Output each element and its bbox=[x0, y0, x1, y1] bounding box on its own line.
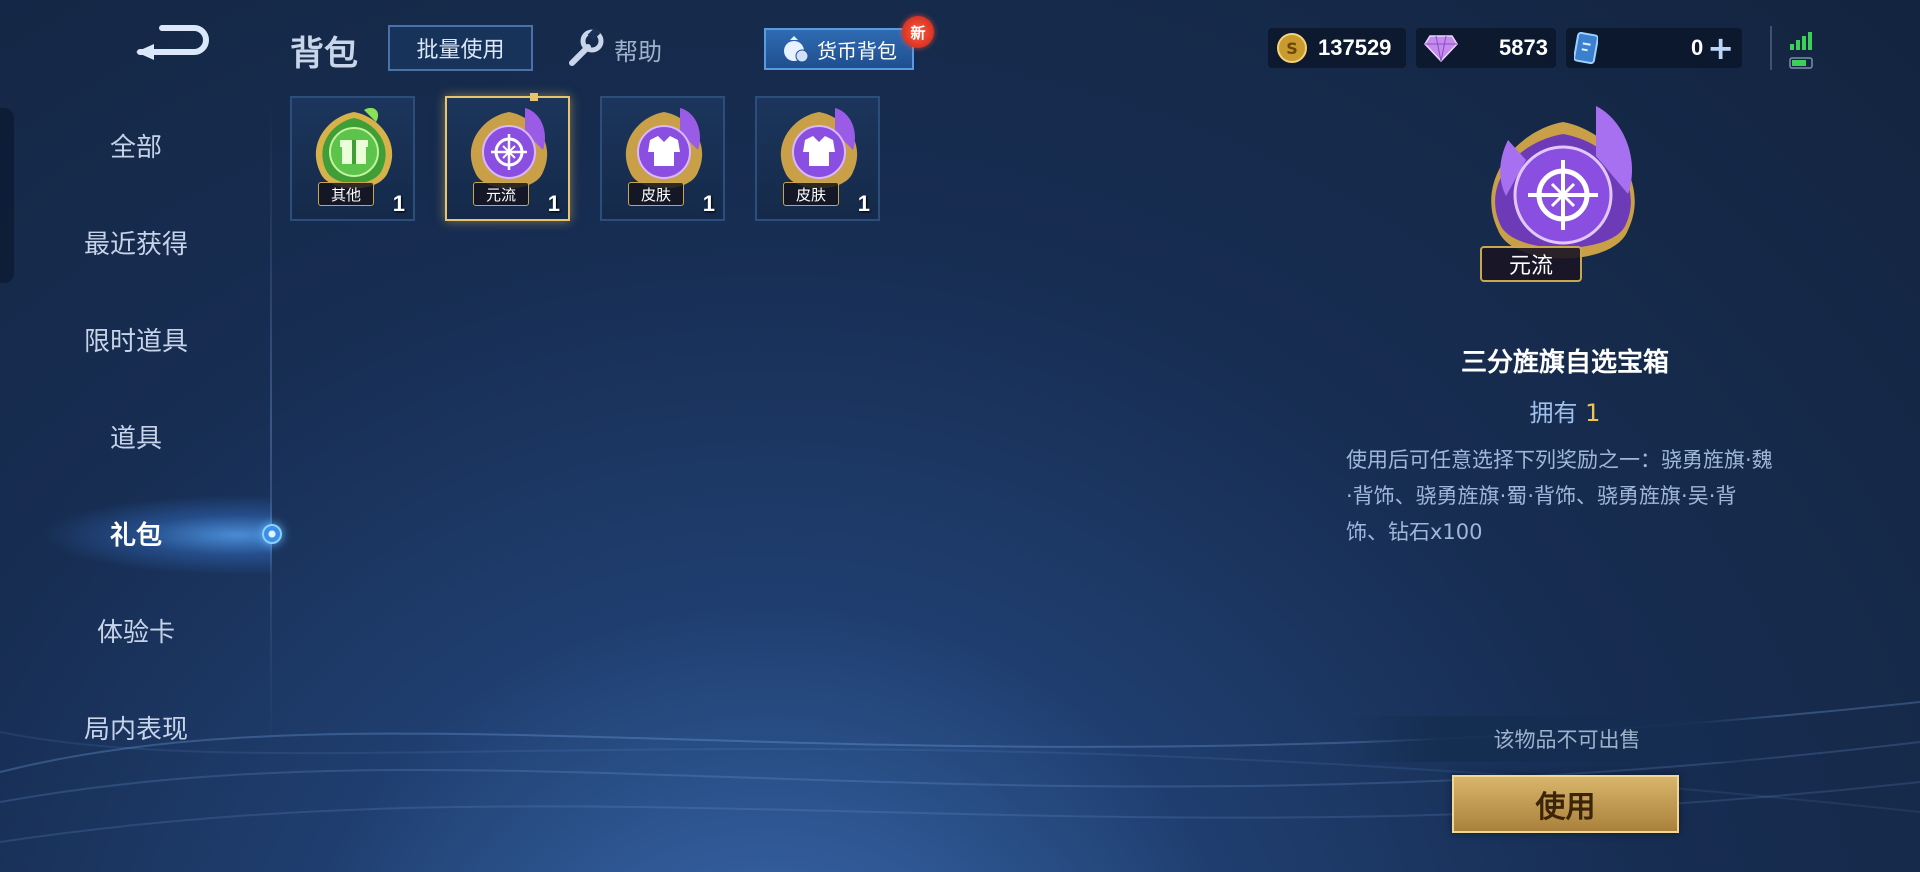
item-slot-yuanliu[interactable]: 元流 1 bbox=[445, 93, 570, 221]
gold-value: 137529 bbox=[1318, 35, 1392, 60]
diamond-icon bbox=[1424, 35, 1458, 62]
sidebar-item-trial-card[interactable]: 体验卡 bbox=[0, 600, 272, 660]
use-button[interactable]: 使用 bbox=[1452, 775, 1679, 833]
signal-battery-icon bbox=[1789, 32, 1813, 69]
item-tag: 元流 bbox=[473, 182, 529, 206]
item-slot-other[interactable]: 其他 1 bbox=[290, 96, 415, 221]
card-ticket-icon bbox=[1574, 32, 1598, 64]
sidebar-item-limited[interactable]: 限时道具 bbox=[0, 309, 272, 369]
owned-label: 拥有 bbox=[1529, 399, 1578, 427]
owned-count: 1 bbox=[1585, 399, 1601, 427]
money-bag-icon bbox=[784, 36, 809, 63]
detail-description: 使用后可任意选择下列奖励之一：骁勇旌旗·魏·背饰、骁勇旌旗·蜀·背饰、骁勇旌旗·… bbox=[1346, 448, 1773, 544]
not-sellable-notice: 该物品不可出售 bbox=[1352, 716, 1782, 762]
help-button[interactable]: 帮助 bbox=[562, 26, 662, 72]
new-badge: 新 bbox=[902, 16, 934, 48]
item-tag: 皮肤 bbox=[783, 182, 839, 206]
header-divider bbox=[1770, 26, 1772, 70]
selection-corner-icon bbox=[530, 93, 538, 101]
item-count: 1 bbox=[702, 191, 715, 216]
gem-counter: 5873 bbox=[1416, 28, 1556, 68]
item-slot-skin[interactable]: 皮肤 1 bbox=[600, 96, 725, 221]
item-slot-skin[interactable]: 皮肤 1 bbox=[755, 96, 880, 221]
detail-item-tag: 元流 bbox=[1480, 246, 1582, 282]
item-tag: 皮肤 bbox=[628, 182, 684, 206]
back-arrow-icon bbox=[136, 25, 209, 60]
add-card-button[interactable]: + bbox=[1707, 32, 1734, 64]
item-count: 1 bbox=[857, 191, 870, 216]
sidebar-item-props[interactable]: 道具 bbox=[0, 406, 272, 466]
page-title: 背包 bbox=[290, 34, 358, 74]
currency-bag-button[interactable]: 货币背包 bbox=[764, 28, 914, 70]
item-count: 1 bbox=[392, 191, 405, 216]
item-count: 1 bbox=[547, 191, 560, 216]
wrench-icon bbox=[569, 27, 604, 66]
currency-bag-label: 货币背包 bbox=[817, 38, 897, 63]
sidebar-item-gift-pack[interactable]: 礼包 bbox=[0, 503, 272, 563]
sidebar-item-recent[interactable]: 最近获得 bbox=[0, 212, 272, 272]
sidebar-item-in-game[interactable]: 局内表现 bbox=[0, 697, 272, 757]
detail-owned: 拥有 1 bbox=[1330, 393, 1800, 428]
card-counter: 0 + bbox=[1566, 28, 1742, 68]
gold-counter: S 137529 bbox=[1268, 28, 1406, 68]
batch-use-button[interactable]: 批量使用 bbox=[388, 25, 533, 71]
detail-item-name: 三分旌旗自选宝箱 bbox=[1460, 348, 1669, 378]
help-label: 帮助 bbox=[614, 37, 662, 66]
gold-coin-icon: S bbox=[1277, 33, 1307, 63]
svg-text:S: S bbox=[1286, 39, 1298, 58]
sidebar-item-all[interactable]: 全部 bbox=[0, 115, 272, 175]
item-tag: 其他 bbox=[318, 182, 374, 206]
card-value: 0 bbox=[1690, 35, 1704, 60]
gem-value: 5873 bbox=[1499, 35, 1548, 60]
back-button[interactable] bbox=[132, 22, 218, 66]
